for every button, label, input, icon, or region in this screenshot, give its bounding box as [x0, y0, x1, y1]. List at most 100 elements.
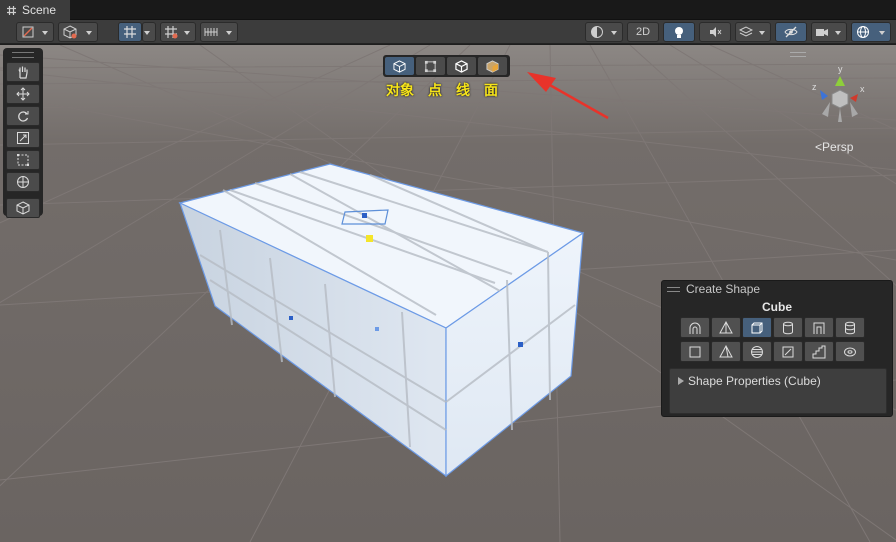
cube-icon [751, 322, 763, 333]
tab-bar: Scene [0, 0, 896, 20]
scene-grid-icon [7, 5, 16, 15]
bottom-marker [375, 327, 379, 331]
audio-toggle[interactable] [699, 22, 731, 42]
rect-icon [17, 154, 29, 166]
probuilder-mode-bar [383, 55, 510, 77]
draw-mode-dropdown[interactable] [16, 22, 54, 42]
gizmos-dropdown[interactable] [851, 22, 891, 42]
shape-pipe-button[interactable] [835, 317, 865, 338]
pipe-icon [845, 321, 855, 334]
scale-tool-button[interactable] [6, 128, 40, 148]
projection-toggle[interactable]: <Persp [815, 140, 853, 154]
persp-icon: < [815, 140, 823, 154]
prism-icon [719, 344, 733, 357]
x-axis-cone[interactable] [850, 94, 858, 102]
hand-tool-button[interactable] [6, 62, 40, 82]
shape-stairs-button[interactable] [804, 341, 834, 362]
projection-label: Persp [822, 140, 854, 154]
edge-mode-button[interactable] [447, 57, 476, 75]
mode-annotations: 对象 点 线 面 [386, 80, 498, 100]
grid-snap-dropdown[interactable] [142, 22, 156, 42]
toggle-2d-button[interactable]: 2D [627, 22, 659, 42]
move-tool-button[interactable] [6, 84, 40, 104]
face-mode-button[interactable] [478, 57, 507, 75]
panel-header[interactable]: Create Shape [662, 281, 892, 297]
effects-dropdown[interactable] [735, 22, 771, 42]
right-face-marker [518, 342, 523, 347]
toggle-2d-label: 2D [635, 26, 651, 38]
grid-snap-icon [124, 26, 136, 38]
top-center-marker [362, 213, 367, 218]
panel-drag-handle[interactable] [667, 286, 680, 292]
shape-door-button[interactable] [804, 317, 834, 338]
left-face-marker [289, 316, 293, 320]
gizmo-center-cube[interactable] [831, 89, 849, 109]
hidden-eye-icon [784, 26, 798, 38]
shape-properties-label: Shape Properties (Cube) [688, 374, 821, 388]
vertex-mode-icon [424, 60, 437, 72]
shape-torus-button[interactable] [835, 341, 865, 362]
transform-tool-button[interactable] [6, 172, 40, 192]
arch-icon [689, 322, 701, 334]
object-mode-button[interactable] [385, 57, 414, 75]
y-axis-cone[interactable] [835, 76, 845, 86]
shape-arch-button[interactable] [680, 317, 710, 338]
increment-snap-icon [165, 26, 178, 39]
shape-sphere-button[interactable] [742, 341, 772, 362]
plane-icon [689, 346, 701, 357]
selection-marker [366, 235, 373, 242]
camera-dropdown[interactable] [811, 22, 847, 42]
shading-dropdown[interactable] [585, 22, 623, 42]
shape-grid [680, 317, 865, 362]
mode-label-object: 对象 [386, 83, 414, 99]
sphere-shape-icon [751, 345, 763, 358]
vertex-mode-button[interactable] [416, 57, 445, 75]
grid-dropdown[interactable] [200, 22, 238, 42]
transform-icon [17, 176, 29, 188]
cylinder-icon [783, 321, 793, 334]
x-axis-label: x [860, 84, 865, 94]
y-axis-label: y [838, 64, 843, 74]
camera-icon [816, 29, 828, 36]
custom-tool-button[interactable] [6, 198, 40, 218]
visibility-toggle[interactable] [775, 22, 807, 42]
foldout-arrow-icon[interactable] [678, 377, 684, 385]
mode-label-vertex: 点 [428, 83, 442, 99]
custom-tool-icon [16, 201, 30, 215]
grid-snap-button[interactable] [118, 22, 142, 42]
lightbulb-icon [675, 27, 683, 38]
shape-cone-button[interactable] [711, 317, 741, 338]
shape-properties-foldout[interactable]: Shape Properties (Cube) [669, 368, 887, 414]
shape-sprite-button[interactable] [773, 341, 803, 362]
mode-label-face: 面 [484, 83, 498, 99]
mode-label-edge: 线 [456, 83, 470, 99]
draw-mode-icon [22, 26, 34, 38]
ruler-icon [204, 28, 218, 36]
create-shape-panel: Create Shape Cube Shape Properties (Cube… [661, 280, 893, 417]
shape-cube-button[interactable] [742, 317, 772, 338]
tools-drag-handle[interactable] [12, 52, 34, 58]
rect-tool-button[interactable] [6, 150, 40, 170]
scene-toolbar: 2D [0, 20, 896, 44]
edge-mode-icon [455, 59, 468, 73]
gizmo-drag-handle[interactable] [790, 52, 806, 57]
move-icon [16, 87, 30, 101]
z-axis-cone[interactable] [820, 90, 828, 100]
layers-icon [739, 26, 753, 37]
render-mode-dropdown[interactable] [58, 22, 98, 42]
shape-cylinder-button[interactable] [773, 317, 803, 338]
door-icon [813, 322, 825, 334]
tools-overlay [3, 48, 43, 218]
torus-icon [844, 347, 856, 356]
rotate-tool-button[interactable] [6, 106, 40, 126]
face-mode-icon [486, 59, 499, 73]
increment-snap-dropdown[interactable] [160, 22, 196, 42]
scale-icon [17, 132, 29, 144]
orientation-gizmo[interactable]: y z x [800, 62, 880, 132]
shape-plane-button[interactable] [680, 341, 710, 362]
tab-scene[interactable]: Scene [0, 0, 70, 20]
lighting-toggle[interactable] [663, 22, 695, 42]
shape-prism-button[interactable] [711, 341, 741, 362]
tab-label: Scene [22, 3, 57, 17]
cone-icon [719, 320, 733, 333]
